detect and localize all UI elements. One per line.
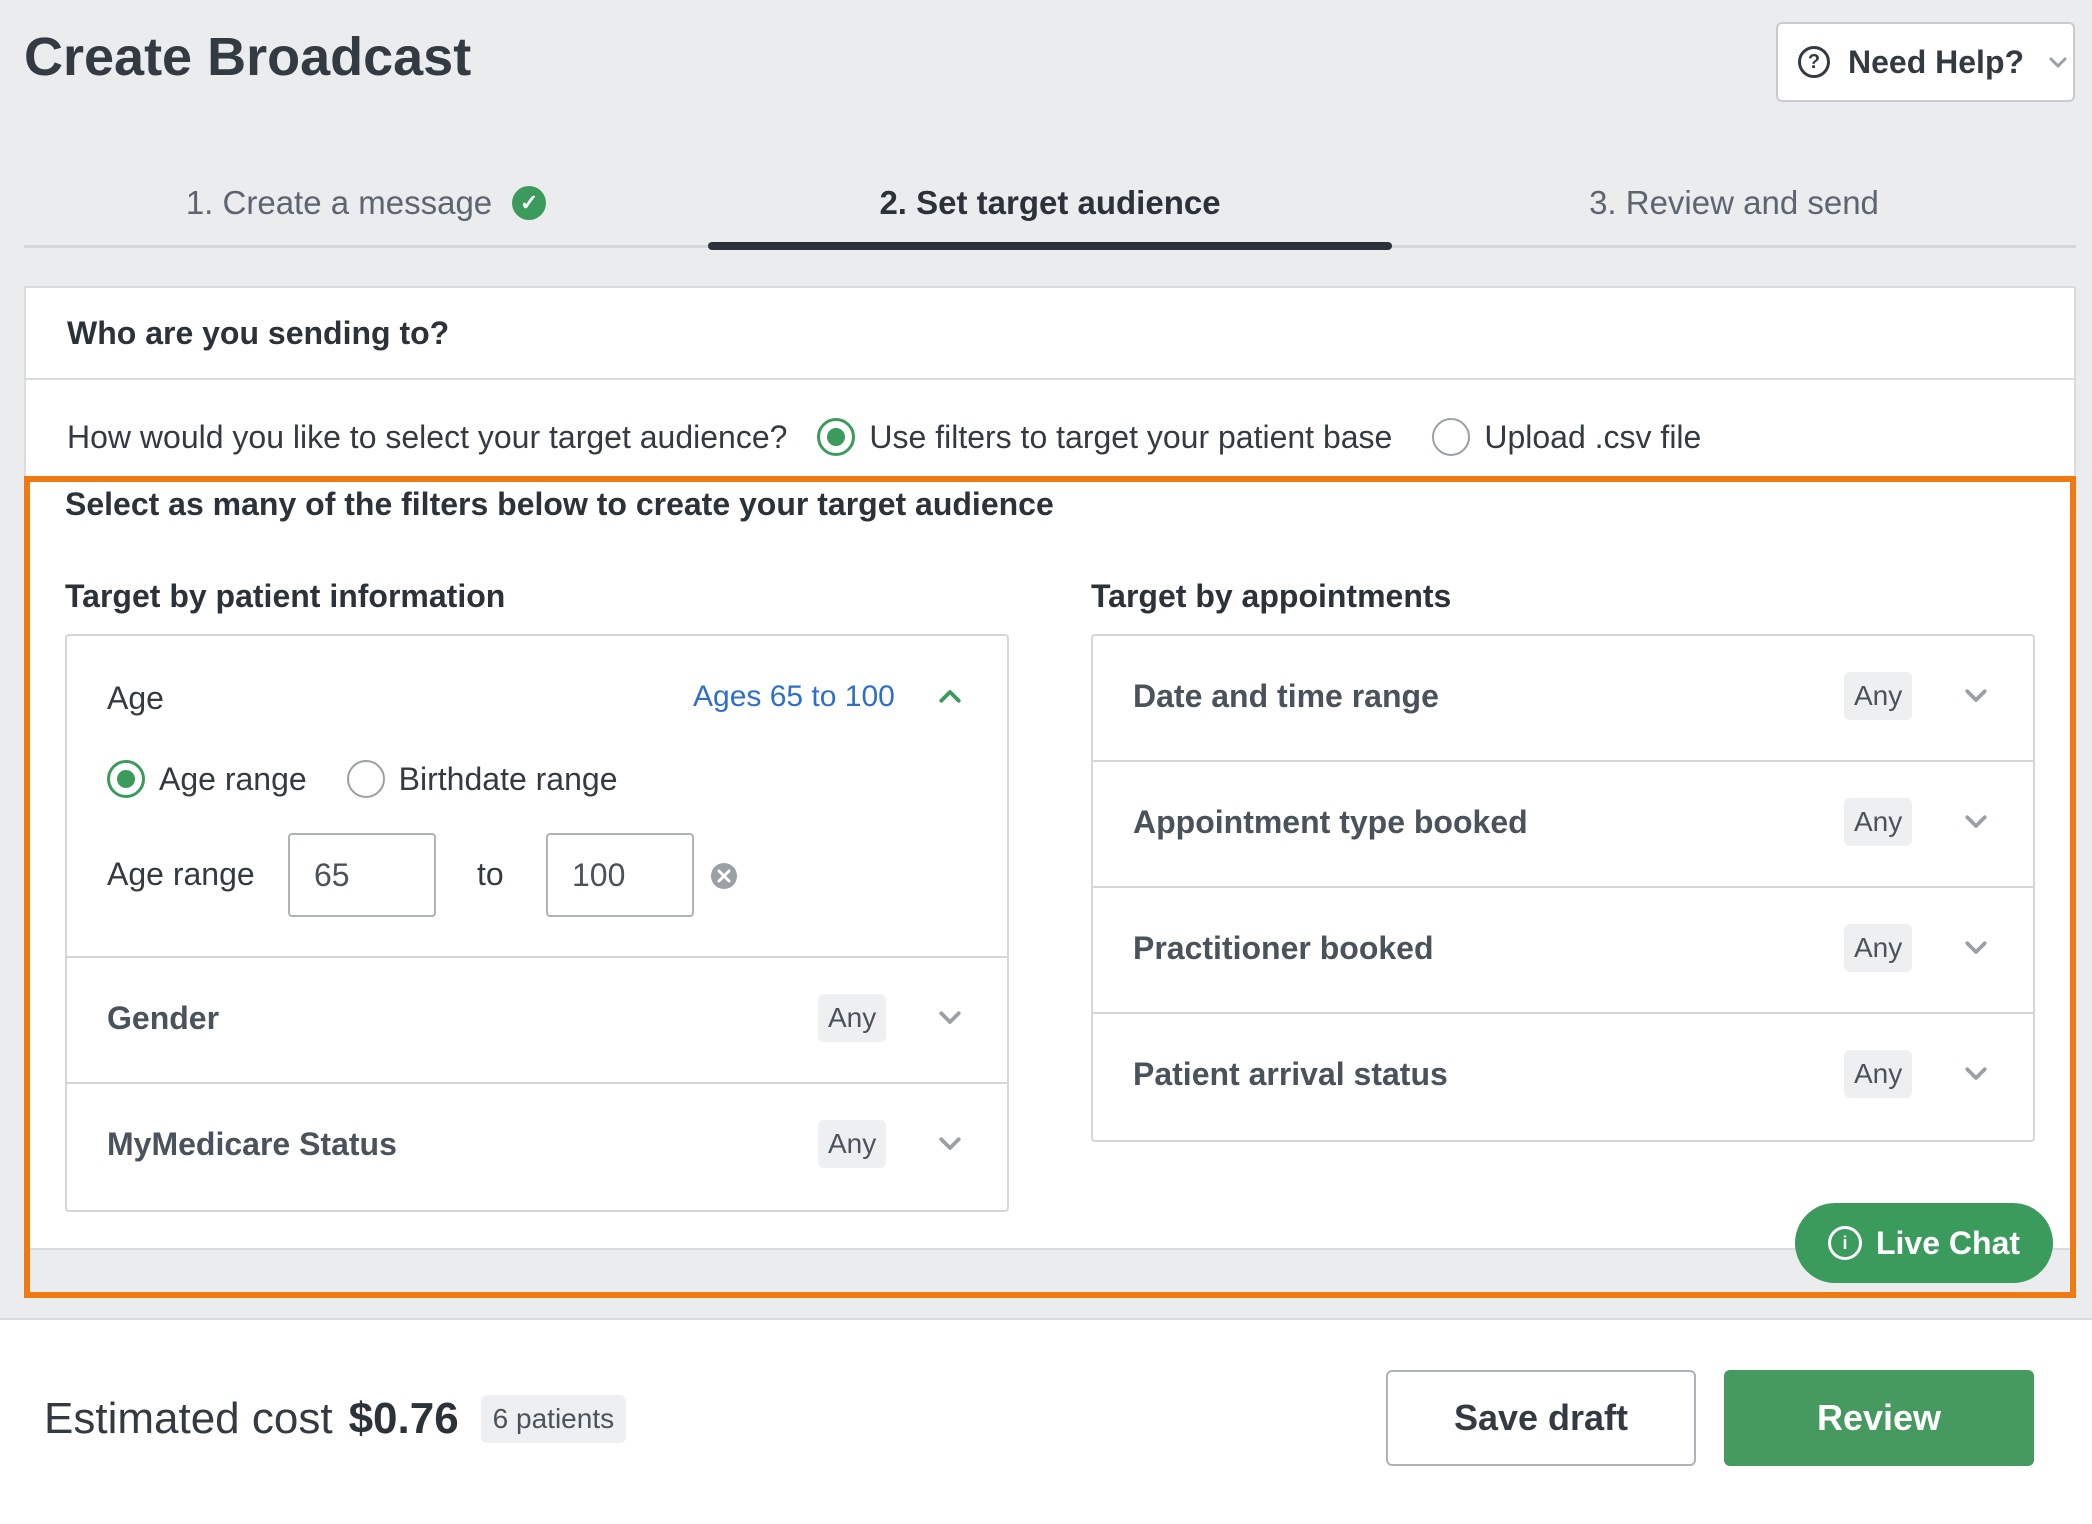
- selection-question: How would you like to select your target…: [67, 418, 788, 455]
- radio-upload-csv-label[interactable]: Upload .csv file: [1484, 419, 1701, 456]
- tab-create-message[interactable]: 1. Create a message ✓: [24, 160, 708, 245]
- page-title: Create Broadcast: [24, 27, 472, 87]
- save-draft-button[interactable]: Save draft: [1386, 1370, 1696, 1466]
- tab-label: 2. Set target audience: [879, 183, 1221, 221]
- card-heading: Who are you sending to?: [26, 288, 2074, 380]
- tab-label: 1. Create a message: [185, 183, 493, 221]
- check-circle-icon: ✓: [512, 185, 547, 220]
- estimated-cost: Estimated cost $0.76 6 patients: [44, 1394, 627, 1444]
- radio-use-filters-label[interactable]: Use filters to target your patient base: [869, 419, 1392, 456]
- live-chat-label: Live Chat: [1875, 1224, 2021, 1261]
- chat-bubble-icon: i: [1827, 1226, 1862, 1260]
- question-icon: ?: [1798, 46, 1830, 78]
- tab-label: 3. Review and send: [1589, 183, 1879, 221]
- chevron-down-icon: [2049, 57, 2067, 68]
- cost-value: $0.76: [348, 1394, 459, 1443]
- selection-method-row: How would you like to select your target…: [67, 418, 1701, 456]
- step-tabs: 1. Create a message ✓ 2. Set target audi…: [24, 160, 2076, 250]
- live-chat-button[interactable]: i Live Chat: [1795, 1203, 2053, 1283]
- highlight-frame: [24, 476, 2076, 1298]
- tab-set-target-audience[interactable]: 2. Set target audience: [708, 160, 1392, 250]
- need-help-label: Need Help?: [1848, 43, 2025, 80]
- radio-upload-csv[interactable]: [1432, 418, 1471, 456]
- cost-label: Estimated cost: [44, 1394, 333, 1443]
- radio-use-filters[interactable]: [817, 418, 856, 456]
- review-button[interactable]: Review: [1724, 1370, 2034, 1466]
- patients-count-badge: 6 patients: [480, 1395, 627, 1443]
- need-help-button[interactable]: ? Need Help?: [1776, 22, 2075, 102]
- tab-review-and-send[interactable]: 3. Review and send: [1392, 160, 2076, 245]
